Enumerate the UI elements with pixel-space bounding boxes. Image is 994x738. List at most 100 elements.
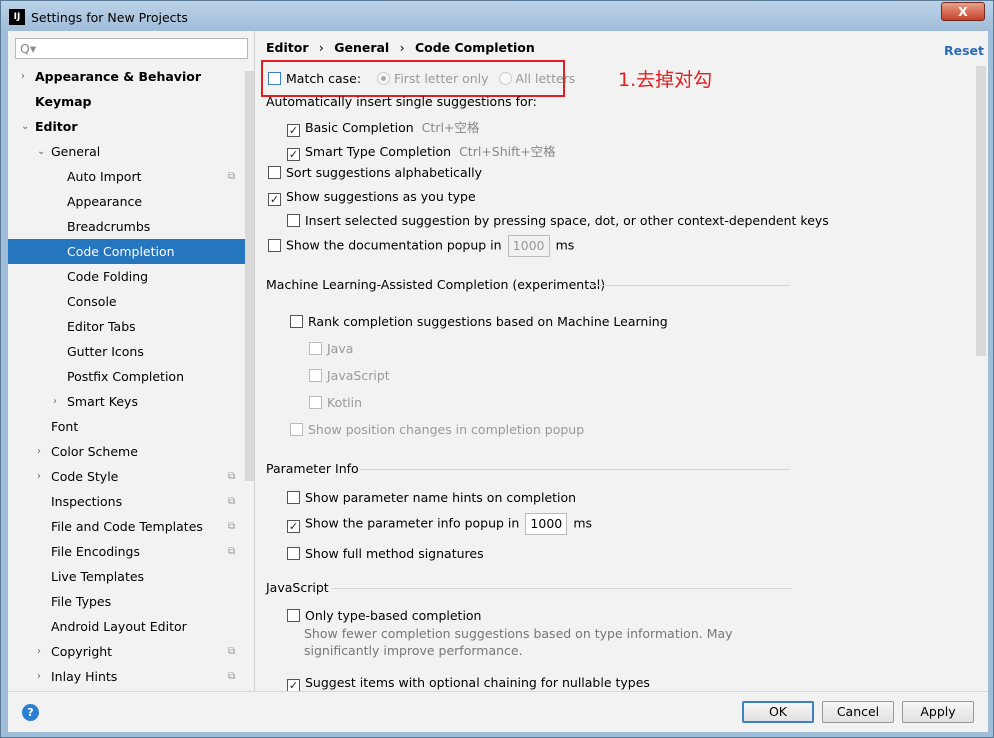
- doc-popup-delay-input[interactable]: 1000: [507, 235, 550, 257]
- checkbox[interactable]: [309, 342, 322, 355]
- match-case-checkbox[interactable]: [268, 72, 281, 85]
- param-hints-option[interactable]: Show parameter name hints on completion: [287, 490, 576, 505]
- chevron-down-icon[interactable]: ⌄: [21, 114, 29, 139]
- tree-item-label: Breadcrumbs: [67, 219, 151, 234]
- chevron-right-icon[interactable]: ›: [37, 439, 41, 464]
- divider: [588, 285, 790, 286]
- tree-item-file-types[interactable]: File Types: [8, 589, 254, 614]
- radio-icon: [377, 72, 391, 85]
- tree-item-label: Code Style: [51, 469, 119, 484]
- tree-item-file-encodings[interactable]: File Encodings ⧉: [8, 539, 254, 564]
- tree-item-label: File Types: [51, 594, 112, 609]
- tree-item-color-scheme[interactable]: › Color Scheme: [8, 439, 254, 464]
- radio-all-letters[interactable]: All letters: [498, 71, 575, 86]
- chevron-right-icon[interactable]: ›: [37, 639, 41, 664]
- tree-item-code-folding[interactable]: Code Folding: [8, 264, 254, 289]
- ml-rank-option[interactable]: Rank completion suggestions based on Mac…: [290, 314, 668, 329]
- breadcrumb-general[interactable]: General: [334, 40, 389, 55]
- shortcut-hint: Ctrl+Shift+空格: [459, 144, 556, 159]
- tree-item-editor-tabs[interactable]: Editor Tabs: [8, 314, 254, 339]
- optional-chaining-option[interactable]: ✓ Suggest items with optional chaining fo…: [287, 675, 650, 692]
- chevron-right-icon[interactable]: ›: [37, 664, 41, 689]
- checkbox[interactable]: [290, 423, 303, 436]
- chevron-right-icon[interactable]: ›: [21, 64, 25, 89]
- checkbox[interactable]: [287, 547, 300, 560]
- ml-java-option[interactable]: Java: [309, 341, 353, 356]
- chevron-down-icon[interactable]: ⌄: [37, 139, 45, 164]
- tree-item-label: Code Folding: [67, 269, 149, 284]
- reset-link[interactable]: Reset: [944, 43, 984, 58]
- tree-item-label: Console: [67, 294, 117, 309]
- checkbox-checked[interactable]: ✓: [287, 124, 300, 137]
- tree-item-copyright[interactable]: › Copyright ⧉: [8, 639, 254, 664]
- tree-item-inlay-hints[interactable]: › Inlay Hints ⧉: [8, 664, 254, 689]
- checkbox[interactable]: [309, 396, 322, 409]
- tree-item-label: Auto Import: [67, 169, 142, 184]
- tree-item-auto-import[interactable]: Auto Import ⧉: [8, 164, 254, 189]
- param-popup-delay-input[interactable]: 1000: [525, 513, 568, 535]
- checkbox-checked[interactable]: ✓: [287, 148, 300, 161]
- chevron-right-icon[interactable]: ›: [37, 464, 41, 489]
- checkbox[interactable]: [268, 238, 281, 252]
- project-scope-icon: ⧉: [228, 671, 236, 682]
- tree-item-postfix-completion[interactable]: Postfix Completion: [8, 364, 254, 389]
- tree-item-general[interactable]: ⌄ General: [8, 139, 254, 164]
- ok-button[interactable]: OK: [742, 701, 814, 723]
- checkbox[interactable]: [287, 214, 300, 227]
- project-scope-icon: ⧉: [228, 471, 236, 482]
- tree-item-label: Android Layout Editor: [51, 619, 187, 634]
- apply-button[interactable]: Apply: [902, 701, 974, 723]
- ml-javascript-option[interactable]: JavaScript: [309, 368, 390, 383]
- checkbox[interactable]: [287, 609, 300, 622]
- match-case-row: Match case: First letter only All letter…: [268, 71, 575, 86]
- full-signatures-option[interactable]: Show full method signatures: [287, 546, 484, 561]
- radio-first-letter[interactable]: First letter only: [377, 71, 489, 86]
- checkbox[interactable]: [290, 315, 303, 328]
- tree-item-editor[interactable]: ⌄ Editor: [8, 114, 254, 139]
- chevron-right-icon[interactable]: ›: [53, 389, 57, 414]
- content-scrollbar[interactable]: [976, 66, 986, 356]
- tree-item-android-layout-editor[interactable]: Android Layout Editor: [8, 614, 254, 639]
- breadcrumb-editor[interactable]: Editor: [266, 40, 309, 55]
- tree-item-label: General: [51, 144, 101, 159]
- sort-alphabetically-option[interactable]: Sort suggestions alphabetically: [268, 165, 482, 180]
- tree-item-keymap[interactable]: Keymap: [8, 89, 254, 114]
- intellij-logo-icon: IJ: [9, 9, 25, 25]
- tree-item-label: Keymap: [35, 94, 92, 109]
- tree-item-live-templates[interactable]: Live Templates: [8, 564, 254, 589]
- tree-item-appearance-behavior[interactable]: › Appearance & Behavior: [8, 64, 254, 89]
- cancel-button[interactable]: Cancel: [822, 701, 894, 723]
- checkbox[interactable]: [287, 491, 300, 504]
- basic-completion-option[interactable]: ✓ Basic Completion Ctrl+空格: [287, 117, 479, 137]
- smart-completion-option[interactable]: ✓ Smart Type Completion Ctrl+Shift+空格: [287, 141, 556, 161]
- tree-item-inspections[interactable]: Inspections ⧉: [8, 489, 254, 514]
- search-input[interactable]: Q▾: [15, 38, 248, 59]
- insert-selected-option[interactable]: Insert selected suggestion by pressing s…: [287, 213, 829, 228]
- show-as-type-option[interactable]: ✓ Show suggestions as you type: [268, 189, 476, 206]
- tree-item-smart-keys[interactable]: › Smart Keys: [8, 389, 254, 414]
- checkbox-checked[interactable]: ✓: [268, 193, 281, 206]
- settings-window: IJ Settings for New Projects X Q▾ › Appea…: [0, 0, 994, 738]
- auto-insert-label: Automatically insert single suggestions …: [266, 94, 537, 109]
- help-icon[interactable]: ?: [22, 704, 39, 721]
- checkbox-checked[interactable]: ✓: [287, 519, 300, 533]
- title-bar: IJ Settings for New Projects: [9, 7, 188, 27]
- tree-item-appearance[interactable]: Appearance: [8, 189, 254, 214]
- tree-item-gutter-icons[interactable]: Gutter Icons: [8, 339, 254, 364]
- ml-positions-option[interactable]: Show position changes in completion popu…: [290, 422, 584, 437]
- ml-kotlin-option[interactable]: Kotlin: [309, 395, 362, 410]
- sidebar-scrollbar[interactable]: [245, 71, 254, 481]
- tree-item-code-style[interactable]: › Code Style ⧉: [8, 464, 254, 489]
- tree-item-font[interactable]: Font: [8, 414, 254, 439]
- ml-section-title: Machine Learning-Assisted Completion (ex…: [266, 277, 606, 292]
- checkbox[interactable]: [268, 166, 281, 179]
- tree-item-file-and-code-templates[interactable]: File and Code Templates ⧉: [8, 514, 254, 539]
- breadcrumb-code-completion: Code Completion: [414, 40, 535, 55]
- tree-item-breadcrumbs[interactable]: Breadcrumbs: [8, 214, 254, 239]
- tree-item-code-completion[interactable]: Code Completion: [8, 239, 254, 264]
- close-button[interactable]: X: [941, 2, 985, 21]
- project-scope-icon: ⧉: [228, 496, 236, 507]
- tree-item-console[interactable]: Console: [8, 289, 254, 314]
- type-based-option[interactable]: Only type-based completion: [287, 608, 481, 623]
- checkbox[interactable]: [309, 369, 322, 382]
